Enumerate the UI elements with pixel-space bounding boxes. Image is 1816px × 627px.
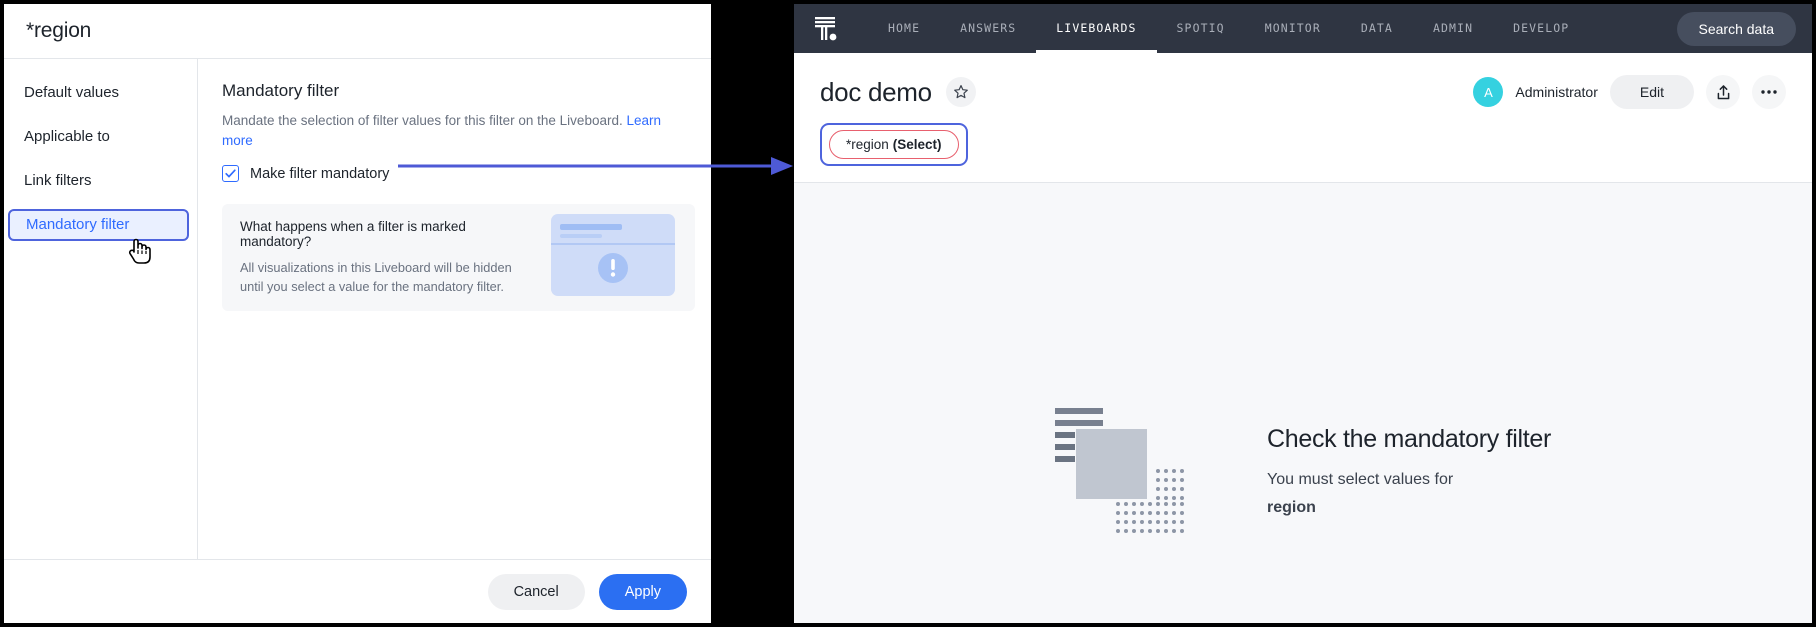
cancel-button[interactable]: Cancel <box>488 574 585 610</box>
empty-state-filter-name: region <box>1267 496 1551 520</box>
more-options-button[interactable] <box>1752 75 1786 109</box>
empty-state-subtitle: You must select values for region <box>1267 468 1551 520</box>
favorite-star-button[interactable] <box>946 77 976 107</box>
user-name-label: Administrator <box>1515 84 1597 100</box>
search-data-button[interactable]: Search data <box>1677 12 1797 46</box>
avatar[interactable]: A <box>1473 77 1503 107</box>
panel-heading: Mandatory filter <box>222 81 695 101</box>
nav-link-data[interactable]: DATA <box>1341 4 1413 53</box>
mandatory-filter-info-card: What happens when a filter is marked man… <box>222 204 695 311</box>
make-filter-mandatory-label: Make filter mandatory <box>250 166 389 182</box>
empty-state-illustration <box>1055 404 1205 542</box>
dialog-body: Default values Applicable to Link filter… <box>4 59 711 559</box>
make-filter-mandatory-checkbox[interactable] <box>222 165 239 182</box>
empty-state-subtitle-text: You must select values for <box>1267 471 1453 488</box>
dialog-title: *region <box>26 19 91 43</box>
info-card-illustration <box>549 212 677 303</box>
info-card-question: What happens when a filter is marked man… <box>240 219 537 249</box>
nav-link-answers[interactable]: ANSWERS <box>940 4 1036 53</box>
info-card-answer: All visualizations in this Liveboard wil… <box>240 258 537 296</box>
dialog-footer: Cancel Apply <box>4 559 711 623</box>
share-button[interactable] <box>1706 75 1740 109</box>
empty-state-text: Check the mandatory filter You must sele… <box>1267 425 1551 520</box>
liveboard-header: doc demo A Administrator Edit <box>794 53 1812 109</box>
header-actions: A Administrator Edit <box>1473 75 1786 109</box>
dialog-titlebar: *region <box>4 4 711 59</box>
top-navigation-bar: HOME ANSWERS LIVEBOARDS SPOTIQ MONITOR D… <box>794 4 1812 53</box>
nav-spacer <box>4 198 197 209</box>
hidden-visualization-illustration-icon <box>549 212 677 298</box>
nav-link-liveboards[interactable]: LIVEBOARDS <box>1036 4 1156 53</box>
nav-spacer <box>4 154 197 165</box>
more-options-icon <box>1760 89 1778 95</box>
filter-chip-name: *region <box>846 137 889 152</box>
sidebar-item-default-values[interactable]: Default values <box>4 77 197 109</box>
star-icon <box>953 84 969 100</box>
liveboard-filter-bar: *region (Select) <box>794 109 1812 182</box>
filter-chip-focus-highlight: *region (Select) <box>820 123 968 166</box>
checkmark-icon <box>224 167 237 180</box>
filter-chip-region[interactable]: *region (Select) <box>829 130 959 159</box>
thoughtspot-logo-icon <box>808 12 842 46</box>
share-icon <box>1715 84 1732 101</box>
liveboard-empty-state: Check the mandatory filter You must sele… <box>794 183 1812 623</box>
empty-state-title: Check the mandatory filter <box>1267 425 1551 454</box>
dialog-content-panel: Mandatory filter Mandate the selection o… <box>198 59 719 559</box>
filter-settings-dialog: *region Default values Applicable to Lin… <box>4 4 711 623</box>
nav-link-home[interactable]: HOME <box>868 4 940 53</box>
nav-link-admin[interactable]: ADMIN <box>1413 4 1493 53</box>
info-card-text: What happens when a filter is marked man… <box>240 219 549 296</box>
panel-description: Mandate the selection of filter values f… <box>222 111 694 151</box>
liveboard-application: HOME ANSWERS LIVEBOARDS SPOTIQ MONITOR D… <box>794 4 1812 623</box>
sidebar-item-link-filters[interactable]: Link filters <box>4 165 197 197</box>
nav-link-monitor[interactable]: MONITOR <box>1245 4 1341 53</box>
make-filter-mandatory-row[interactable]: Make filter mandatory <box>222 165 695 182</box>
liveboard-header-row: doc demo A Administrator Edit <box>820 75 1786 109</box>
sidebar-item-applicable-to[interactable]: Applicable to <box>4 121 197 153</box>
dialog-sidebar: Default values Applicable to Link filter… <box>4 59 198 559</box>
liveboard-title: doc demo <box>820 77 932 108</box>
edit-button[interactable]: Edit <box>1610 75 1694 109</box>
panel-description-text: Mandate the selection of filter values f… <box>222 113 623 128</box>
sidebar-item-mandatory-filter[interactable]: Mandatory filter <box>8 209 189 241</box>
screenshot-root: *region Default values Applicable to Lin… <box>0 0 1816 627</box>
nav-spacer <box>4 110 197 121</box>
filter-chip-action: (Select) <box>893 137 942 152</box>
nav-link-develop[interactable]: DEVELOP <box>1493 4 1589 53</box>
hidden-charts-illustration-icon <box>1055 404 1205 537</box>
nav-link-spotiq[interactable]: SPOTIQ <box>1157 4 1245 53</box>
apply-button[interactable]: Apply <box>599 574 687 610</box>
nav-links: HOME ANSWERS LIVEBOARDS SPOTIQ MONITOR D… <box>868 4 1677 53</box>
